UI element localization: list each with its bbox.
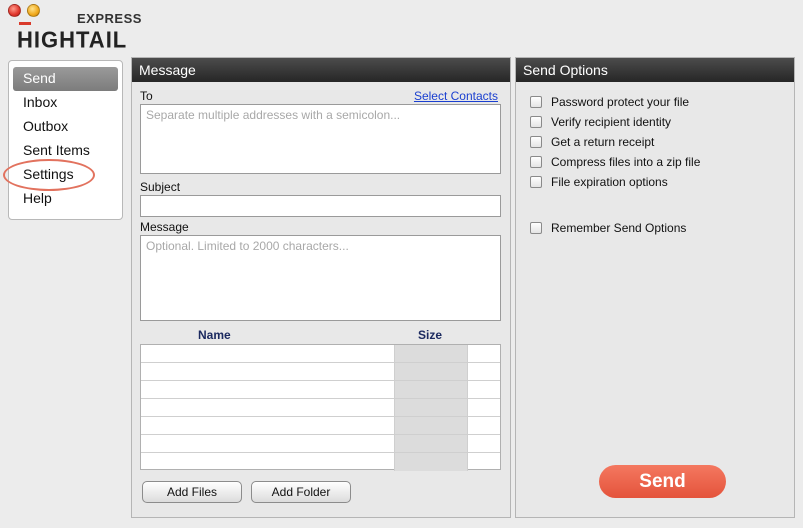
send-button[interactable]: Send bbox=[599, 465, 726, 498]
file-size-cell bbox=[395, 345, 467, 362]
file-size-cell bbox=[395, 399, 467, 416]
return-receipt-checkbox[interactable] bbox=[530, 136, 542, 148]
to-input[interactable] bbox=[140, 104, 501, 174]
subject-input[interactable] bbox=[140, 195, 501, 217]
add-folder-button[interactable]: Add Folder bbox=[251, 481, 351, 503]
send-options-list: Password protect your file Verify recipi… bbox=[530, 92, 700, 192]
sidebar-nav: Send Inbox Outbox Sent Items Settings He… bbox=[3, 60, 123, 220]
logo-accent-bar bbox=[19, 22, 31, 25]
option-return-receipt[interactable]: Get a return receipt bbox=[530, 132, 700, 152]
file-size-cell bbox=[395, 363, 467, 380]
subject-label: Subject bbox=[140, 180, 181, 194]
sidebar-item-sent-items[interactable]: Sent Items bbox=[13, 139, 118, 163]
file-table[interactable] bbox=[140, 344, 501, 471]
send-options-title: Send Options bbox=[516, 58, 794, 82]
logo-express-text: EXPRESS bbox=[77, 11, 142, 26]
file-extra-cell bbox=[467, 399, 502, 416]
file-name-cell bbox=[141, 453, 395, 471]
file-name-cell bbox=[141, 435, 395, 452]
file-extra-cell bbox=[467, 363, 502, 380]
file-expiration-checkbox[interactable] bbox=[530, 176, 542, 188]
file-extra-cell bbox=[467, 453, 502, 471]
file-extra-cell bbox=[467, 345, 502, 362]
option-label: Get a return receipt bbox=[551, 135, 655, 149]
table-row[interactable] bbox=[141, 363, 500, 381]
verify-recipient-checkbox[interactable] bbox=[530, 116, 542, 128]
table-row[interactable] bbox=[141, 435, 500, 453]
select-contacts-link[interactable]: Select Contacts bbox=[414, 89, 498, 103]
file-size-cell bbox=[395, 453, 467, 471]
compress-zip-checkbox[interactable] bbox=[530, 156, 542, 168]
option-file-expiration[interactable]: File expiration options bbox=[530, 172, 700, 192]
sidebar-item-settings[interactable]: Settings bbox=[13, 163, 118, 187]
add-files-button[interactable]: Add Files bbox=[142, 481, 242, 503]
option-label: Password protect your file bbox=[551, 95, 690, 109]
file-table-header: Name Size bbox=[140, 328, 501, 344]
message-input[interactable] bbox=[140, 235, 501, 321]
table-row[interactable] bbox=[141, 381, 500, 399]
message-panel: Message To Select Contacts Subject Messa… bbox=[131, 57, 511, 518]
message-label: Message bbox=[140, 220, 189, 234]
sidebar-item-help[interactable]: Help bbox=[13, 187, 118, 211]
option-compress-zip[interactable]: Compress files into a zip file bbox=[530, 152, 700, 172]
file-name-cell bbox=[141, 381, 395, 398]
message-panel-title: Message bbox=[132, 58, 510, 82]
file-name-cell bbox=[141, 363, 395, 380]
table-row[interactable] bbox=[141, 399, 500, 417]
file-extra-cell bbox=[467, 435, 502, 452]
table-row[interactable] bbox=[141, 453, 500, 471]
file-size-cell bbox=[395, 435, 467, 452]
table-row[interactable] bbox=[141, 345, 500, 363]
option-label: Remember Send Options bbox=[551, 221, 687, 235]
remember-send-options-checkbox[interactable] bbox=[530, 222, 542, 234]
option-password-protect[interactable]: Password protect your file bbox=[530, 92, 700, 112]
option-label: Verify recipient identity bbox=[551, 115, 672, 129]
hightail-express-logo: EXPRESS HIGHTAIL bbox=[17, 11, 147, 53]
sidebar-item-inbox[interactable]: Inbox bbox=[13, 91, 118, 115]
name-column-header[interactable]: Name bbox=[198, 328, 231, 342]
option-remember-send-options[interactable]: Remember Send Options bbox=[530, 218, 686, 238]
sidebar-item-send[interactable]: Send bbox=[13, 67, 118, 91]
option-label: Compress files into a zip file bbox=[551, 155, 701, 169]
to-label: To bbox=[140, 89, 153, 103]
option-label: File expiration options bbox=[551, 175, 668, 189]
file-extra-cell bbox=[467, 417, 502, 434]
file-extra-cell bbox=[467, 381, 502, 398]
file-name-cell bbox=[141, 399, 395, 416]
send-options-panel: Send Options Password protect your file … bbox=[515, 57, 795, 518]
password-protect-checkbox[interactable] bbox=[530, 96, 542, 108]
file-size-cell bbox=[395, 417, 467, 434]
size-column-header[interactable]: Size bbox=[418, 328, 442, 342]
file-name-cell bbox=[141, 345, 395, 362]
option-verify-recipient[interactable]: Verify recipient identity bbox=[530, 112, 700, 132]
file-name-cell bbox=[141, 417, 395, 434]
sidebar-item-outbox[interactable]: Outbox bbox=[13, 115, 118, 139]
table-row[interactable] bbox=[141, 417, 500, 435]
logo-main-text: HIGHTAIL bbox=[17, 26, 128, 53]
file-size-cell bbox=[395, 381, 467, 398]
